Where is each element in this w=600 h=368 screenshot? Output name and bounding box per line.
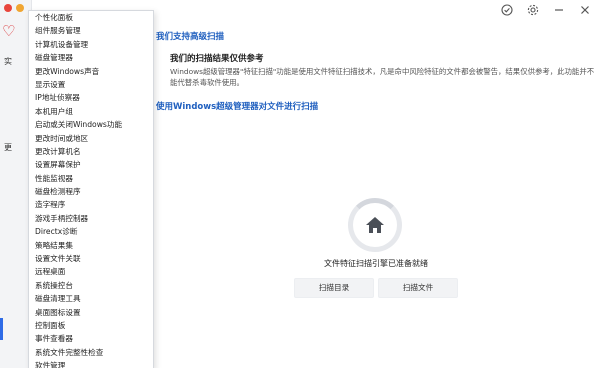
menu-item[interactable]: 桌面图标设置 bbox=[29, 306, 153, 319]
minimize-dot-icon[interactable] bbox=[16, 4, 24, 12]
menu-item[interactable]: 计算机设备管理 bbox=[29, 38, 153, 51]
app-window: ♡ 实 更 我们支持高级扫描 我们的扫描结果仅供参考 Windows超级管理器"… bbox=[0, 0, 600, 368]
sidebar-selection-indicator bbox=[0, 318, 3, 340]
menu-item[interactable]: 设置文件关联 bbox=[29, 252, 153, 265]
engine-status-text: 文件特征扫描引擎已准备就绪 bbox=[324, 259, 428, 268]
heart-icon: ♡ bbox=[2, 22, 16, 40]
menu-item[interactable]: 软件管理 bbox=[29, 359, 153, 368]
menu-item[interactable]: 磁盘检测程序 bbox=[29, 185, 153, 198]
menu-item[interactable]: 设置屏幕保护 bbox=[29, 158, 153, 171]
menu-item[interactable]: 个性化面板 bbox=[29, 11, 153, 24]
menu-item[interactable]: 显示设置 bbox=[29, 78, 153, 91]
close-dot-icon[interactable] bbox=[4, 4, 12, 12]
manager-scan-link[interactable]: 使用Windows超级管理器对文件进行扫描 bbox=[156, 100, 318, 112]
menu-item[interactable]: 系统文件完整性检查 bbox=[29, 346, 153, 359]
menu-item[interactable]: 更改Windows声音 bbox=[29, 65, 153, 78]
main-panel: 我们支持高级扫描 我们的扫描结果仅供参考 Windows超级管理器"特征扫描"功… bbox=[156, 0, 600, 368]
menu-item[interactable]: Directx诊断 bbox=[29, 225, 153, 238]
reference-title: 我们的扫描结果仅供参考 bbox=[170, 54, 264, 64]
scan-directory-button[interactable]: 扫描目录 bbox=[294, 278, 374, 298]
scan-file-button[interactable]: 扫描文件 bbox=[378, 278, 458, 298]
menu-item[interactable]: 更改时间或地区 bbox=[29, 132, 153, 145]
house-icon bbox=[364, 214, 386, 236]
menu-item[interactable]: 策略结果集 bbox=[29, 239, 153, 252]
sidebar-label-1: 实 bbox=[4, 57, 12, 66]
sidebar-label-2: 更 bbox=[4, 143, 12, 152]
menu-item[interactable]: 远程桌面 bbox=[29, 265, 153, 278]
feature-description: Windows超级管理器"特征扫描"功能是使用文件特征扫描技术，凡是命中风险特征… bbox=[170, 67, 595, 87]
menu-item[interactable]: 更改计算机名 bbox=[29, 145, 153, 158]
menu-item[interactable]: 事件查看器 bbox=[29, 332, 153, 345]
menu-item[interactable]: 游戏手柄控制器 bbox=[29, 212, 153, 225]
menu-item[interactable]: 造字程序 bbox=[29, 198, 153, 211]
menu-item[interactable]: 控制面板 bbox=[29, 319, 153, 332]
menu-item[interactable]: 磁盘管理器 bbox=[29, 51, 153, 64]
tools-dropdown-menu: 个性化面板 组件服务管理 计算机设备管理 磁盘管理器 更改Windows声音 显示设置 IP… bbox=[28, 10, 154, 368]
menu-item[interactable]: IP地址侦察器 bbox=[29, 91, 153, 104]
menu-item[interactable]: 启动或关闭Windows功能 bbox=[29, 118, 153, 131]
menu-item[interactable]: 系统操控台 bbox=[29, 279, 153, 292]
menu-item[interactable]: 本机用户组 bbox=[29, 105, 153, 118]
menu-item[interactable]: 组件服务管理 bbox=[29, 24, 153, 37]
menu-item[interactable]: 性能监视器 bbox=[29, 172, 153, 185]
advanced-scan-link[interactable]: 我们支持高级扫描 bbox=[156, 30, 224, 42]
menu-item[interactable]: 磁盘清理工具 bbox=[29, 292, 153, 305]
